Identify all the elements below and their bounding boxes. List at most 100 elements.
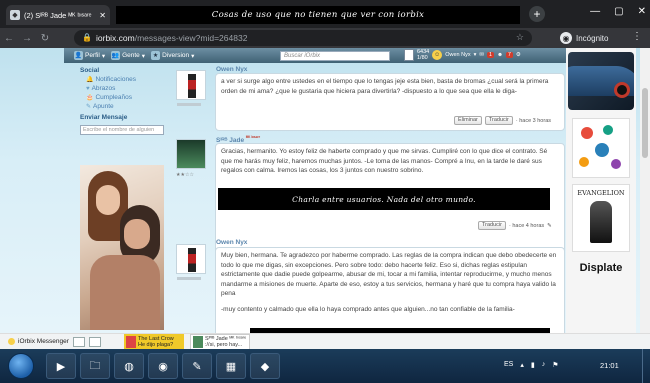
firefox-icon[interactable]: ◍ (114, 353, 144, 379)
messenger-icon (8, 338, 15, 345)
stat-counters: 6434 1/80 (417, 49, 429, 61)
scrollbar-thumb[interactable] (642, 88, 648, 158)
message-author[interactable]: Owen Nyx (216, 239, 247, 246)
ad-shape (90, 255, 160, 330)
message-author[interactable]: Owen Nyx (216, 66, 247, 73)
nav-diversion[interactable]: ★ Diversion ▾ (151, 51, 194, 60)
paint-icon[interactable]: ✎ (182, 353, 212, 379)
back-icon[interactable]: ← (0, 33, 18, 44)
friends-icon[interactable]: ☻ (497, 52, 503, 58)
chevron-down-icon: ▾ (191, 52, 195, 60)
flag-icon[interactable]: ⚑ (552, 361, 558, 369)
site-content: 👤 Perfil ▾ 👥 Gente ▾ ★ Diversion ▾ Buscar iOrb… (0, 48, 640, 348)
gift-icon[interactable] (404, 49, 414, 61)
avatar-status-bar (177, 103, 201, 106)
avatar (193, 336, 203, 348)
folder-icon[interactable]: 🗀 (80, 353, 110, 379)
language-indicator[interactable]: ES (504, 361, 513, 369)
site-search-input[interactable]: Buscar iOrbix (280, 51, 390, 61)
app-icon[interactable]: ◆ (250, 353, 280, 379)
url-path: /messages-view?mid=264832 (134, 33, 248, 43)
lock-icon[interactable]: 🔒 (82, 33, 92, 42)
evangelion-ad-image[interactable]: EVANGELION (572, 184, 630, 252)
translate-button[interactable]: Traducir (484, 116, 513, 125)
incognito-label: Incógnito (576, 33, 609, 43)
couple-ad-image[interactable] (80, 165, 164, 330)
avatar[interactable] (176, 70, 206, 100)
avatar-figure (188, 74, 196, 98)
window-icon[interactable] (88, 336, 101, 347)
message-text: a ver si surge algo entre ustedes en el … (221, 78, 549, 95)
nav-perfil[interactable]: 👤 Perfil ▾ (74, 51, 105, 60)
avatar (126, 336, 136, 348)
page-scrollbar[interactable] (640, 48, 650, 333)
sidebar-item-label: Abrazos (91, 85, 116, 92)
displate-logo[interactable]: Displate (568, 258, 634, 278)
incognito-indicator[interactable]: ◉ Incógnito (560, 32, 608, 44)
art-dot (595, 143, 609, 157)
sidebar-item-abrazos[interactable]: ♥ Abrazos (86, 85, 164, 92)
chevron-down-icon[interactable]: ▾ (474, 52, 477, 58)
notifications-icon[interactable]: ✉ (479, 52, 484, 58)
chat-tab-crow[interactable]: The Last Crow He dijo plaga? (124, 334, 184, 350)
translate-button[interactable]: Traducir (478, 221, 506, 230)
delete-button[interactable]: Eliminar (454, 116, 482, 125)
messenger-toggle[interactable]: iOrbix Messenger (8, 338, 69, 345)
art-dot (611, 159, 621, 169)
sidebar-item-label: Apunte (93, 103, 114, 110)
stat-b: 1/80 (417, 55, 428, 61)
messenger-strip: iOrbix Messenger The Last Crow He dijo p… (0, 333, 650, 350)
right-ad-column: EVANGELION Displate (566, 48, 636, 333)
sidebar-item-cumpleanos[interactable]: 🎂 Cumpleaños (86, 94, 164, 101)
avatar[interactable] (176, 139, 206, 169)
tray-arrow-icon[interactable]: ▴ (520, 361, 524, 369)
sidebar-item-apunte[interactable]: ✎ Apunte (86, 103, 164, 110)
close-window-button[interactable]: ✕ (638, 6, 646, 17)
nav-gente[interactable]: 👥 Gente ▾ (111, 51, 145, 60)
bookmark-star-icon[interactable]: ☆ (516, 32, 524, 43)
chat-tab-text: The Last Crow He dijo plaga? (138, 336, 174, 348)
smiley-icon[interactable]: ☺ (432, 50, 443, 60)
sidebar-item-notificaciones[interactable]: 🔔 Notificaciones (86, 76, 164, 83)
window-controls: — ▢ ✕ (590, 6, 646, 17)
nav-perfil-label: Perfil (85, 52, 100, 59)
browser-tab[interactable]: ◆ (2) Sᴵᴿᴮ Jade ᴹᴷ ᵇᶦˢᵃʳᵉ ✕ (6, 5, 110, 25)
browser-menu-icon[interactable]: ⋮ (632, 31, 642, 42)
chat-tab-jade[interactable]: Sᴵᴿᴮ Jade ᴹᴷ ᵇᶦˢᵃʳᵉ ://si, pero hay... (190, 334, 250, 350)
message-bubble: Muy bien, hermana. Te agradezco por habe… (215, 247, 565, 337)
people-icon: 👥 (111, 51, 121, 60)
cake-icon: 🎂 (86, 95, 94, 101)
show-desktop-button[interactable] (642, 349, 650, 383)
forward-icon[interactable]: → (18, 33, 36, 44)
chevron-down-icon: ▾ (141, 52, 146, 60)
window-icon[interactable] (72, 336, 85, 347)
incognito-icon: ◉ (560, 32, 572, 44)
maximize-button[interactable]: ▢ (614, 6, 623, 17)
clock[interactable]: 21:01 (600, 361, 619, 370)
settings-icon[interactable]: ⚙ (516, 52, 521, 58)
chrome-icon[interactable]: ◉ (148, 353, 178, 379)
tab-close-icon[interactable]: ✕ (99, 11, 106, 20)
edit-icon[interactable]: ✎ (547, 223, 552, 229)
status-banner: Charla entre usuarios. Nada del otro mun… (218, 188, 550, 210)
url-bar[interactable]: 🔒 iorbix.com/messages-view?mid=264832 ☆ (74, 30, 532, 46)
start-button[interactable] (8, 353, 34, 379)
eva-figure (590, 201, 612, 243)
messenger-label: iOrbix Messenger (18, 338, 69, 345)
minimize-button[interactable]: — (590, 6, 600, 17)
art-ad-image[interactable] (572, 118, 630, 178)
avatar[interactable] (176, 244, 206, 274)
volume-icon[interactable]: ♪ (542, 361, 546, 369)
media-player-icon[interactable]: ▶ (46, 353, 76, 379)
author-suffix: ᴹᴷ ᵇᶦˢᵃʳᵉ (245, 135, 261, 140)
message-text-continued: -muy contento y calmado que ella lo haya… (221, 305, 515, 313)
send-message-input[interactable]: Escribe el nombre de alguien (80, 125, 164, 135)
tab-title: (2) Sᴵᴿᴮ Jade ᴹᴷ ᵇᶦˢᵃʳᵉ (24, 10, 92, 20)
reload-icon[interactable]: ↻ (36, 33, 54, 44)
nav-username[interactable]: Owen Nyx (445, 52, 470, 58)
calculator-icon[interactable]: ▦ (216, 353, 246, 379)
windows-taskbar: ▶ 🗀 ◍ ◉ ✎ ▦ ◆ ES ▴ ▮ ♪ ⚑ 21:01 (0, 349, 650, 383)
car-ad-image[interactable] (568, 52, 634, 110)
network-icon[interactable]: ▮ (531, 361, 535, 369)
new-tab-button[interactable]: + (529, 6, 545, 22)
